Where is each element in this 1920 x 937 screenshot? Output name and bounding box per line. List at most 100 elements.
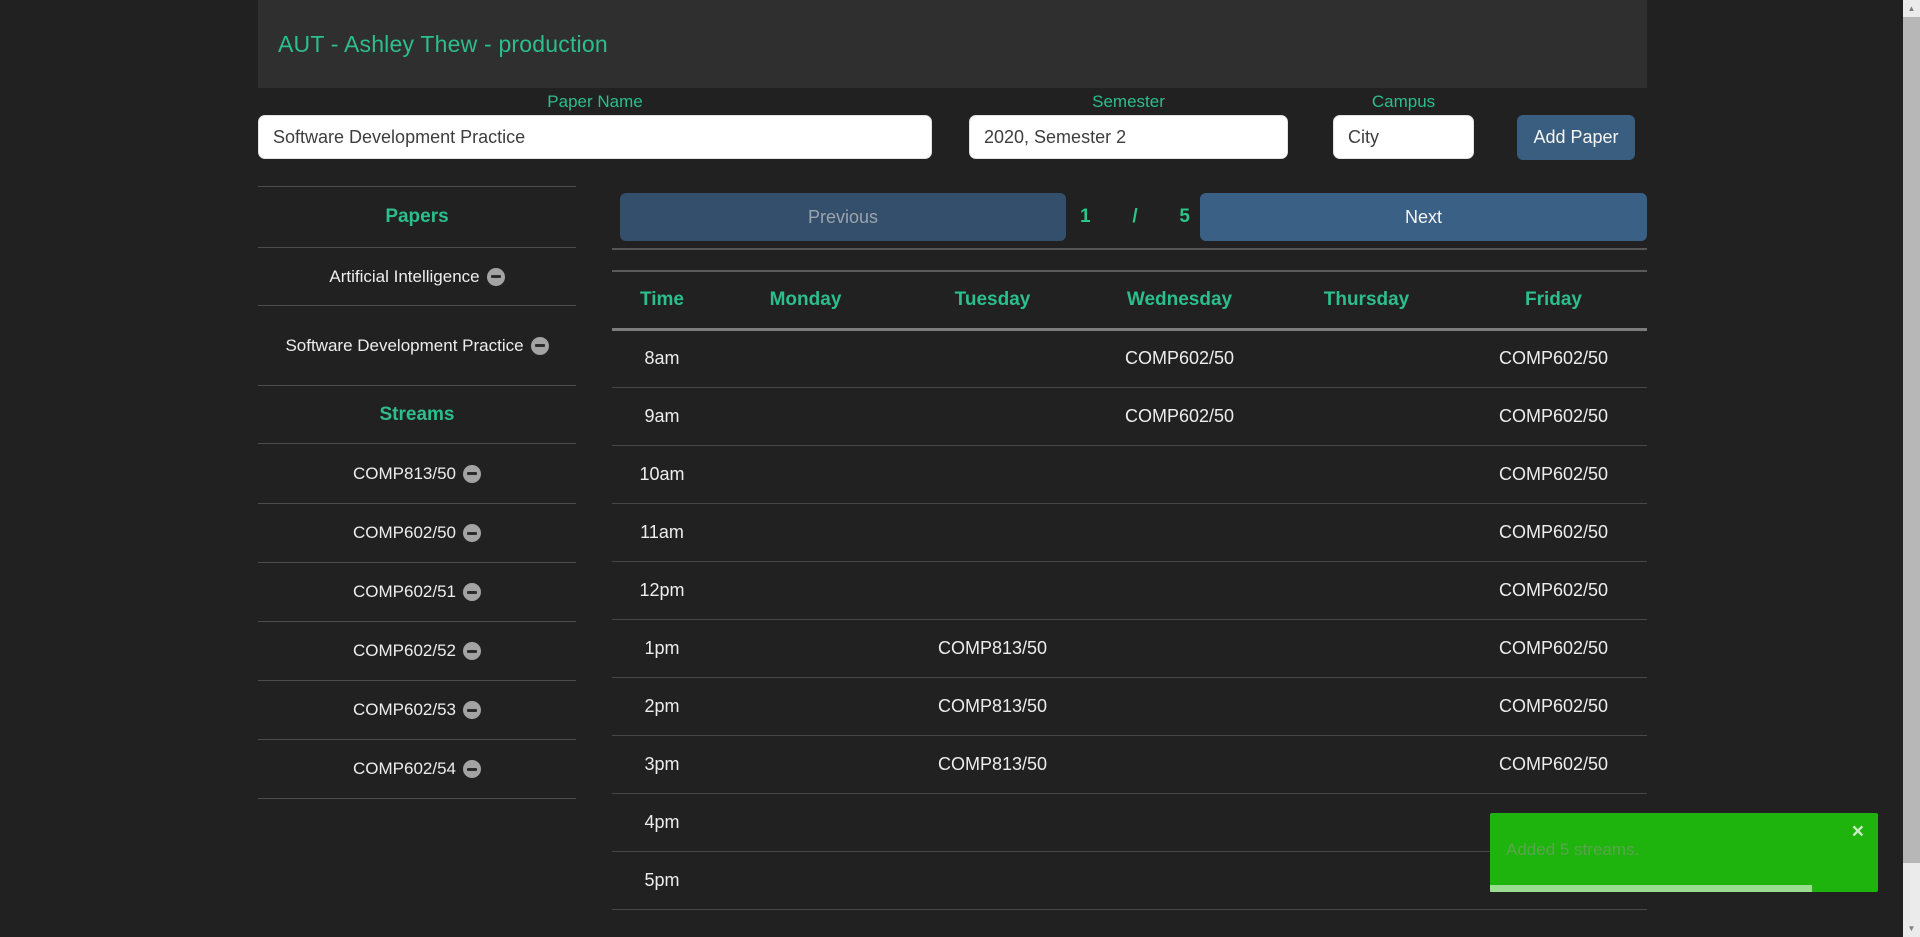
timetable-cell <box>899 503 1086 561</box>
timetable-row-10am: 10am COMP602/50 <box>612 445 1647 503</box>
paper-name-input[interactable] <box>258 115 932 159</box>
paper-name-label: Paper Name <box>258 92 932 115</box>
week-pagination: Previous 1 / 5 Next <box>612 186 1647 250</box>
papers-heading: Papers <box>258 187 576 248</box>
timetable-app: AUT - Ashley Thew - production Paper Nam… <box>0 0 1920 937</box>
timetable-cell <box>1273 793 1460 851</box>
timetable-cell <box>899 445 1086 503</box>
time-cell: 3pm <box>612 735 712 793</box>
remove-paper-icon[interactable] <box>487 268 505 286</box>
timetable-cell <box>1273 329 1460 387</box>
time-cell: 9am <box>612 387 712 445</box>
timetable-cell <box>1086 851 1273 909</box>
paper-item-artificial-intelligence[interactable]: Artificial Intelligence <box>258 248 576 306</box>
semester-group: Semester <box>969 92 1288 159</box>
scroll-down-icon[interactable] <box>1903 920 1920 937</box>
remove-paper-icon[interactable] <box>531 337 549 355</box>
sidebar: Papers Artificial Intelligence Software … <box>258 186 576 799</box>
time-cell: 1pm <box>612 619 712 677</box>
stream-item-comp602-52[interactable]: COMP602/52 <box>258 622 576 681</box>
app-title: AUT - Ashley Thew - production <box>258 31 608 58</box>
previous-button[interactable]: Previous <box>620 193 1066 241</box>
remove-stream-icon[interactable] <box>463 524 481 542</box>
timetable-cell: COMP602/50 <box>1460 503 1647 561</box>
add-paper-button[interactable]: Add Paper <box>1517 115 1635 160</box>
timetable-cell <box>899 387 1086 445</box>
close-icon[interactable]: × <box>1852 821 1864 842</box>
campus-group: Campus <box>1333 92 1474 159</box>
timetable-cell <box>712 387 899 445</box>
timetable-cell <box>1086 503 1273 561</box>
timetable-cell <box>1086 677 1273 735</box>
papers-heading-label: Papers <box>385 206 448 228</box>
paper-name-group: Paper Name <box>258 92 932 159</box>
streams-heading: Streams <box>258 386 576 444</box>
stream-item-label: COMP602/50 <box>353 523 456 543</box>
toast-progress <box>1490 885 1812 892</box>
time-cell: 5pm <box>612 851 712 909</box>
timetable-row-11am: 11am COMP602/50 <box>612 503 1647 561</box>
column-time: Time <box>612 271 712 329</box>
stream-item-comp602-53[interactable]: COMP602/53 <box>258 681 576 740</box>
paper-item-software-development-practice[interactable]: Software Development Practice <box>258 306 576 386</box>
remove-stream-icon[interactable] <box>463 642 481 660</box>
timetable-cell <box>1086 793 1273 851</box>
timetable-cell <box>899 561 1086 619</box>
scroll-up-icon[interactable] <box>1903 0 1920 17</box>
timetable-cell: COMP602/50 <box>1460 387 1647 445</box>
timetable-cell <box>1086 445 1273 503</box>
paper-item-label: Artificial Intelligence <box>329 267 479 287</box>
timetable-cell: COMP602/50 <box>1460 329 1647 387</box>
timetable-row-9am: 9am COMP602/50 COMP602/50 <box>612 387 1647 445</box>
column-monday: Monday <box>712 271 899 329</box>
scrollbar-thumb[interactable] <box>1903 17 1920 863</box>
timetable-cell <box>712 851 899 909</box>
stream-item-comp602-54[interactable]: COMP602/54 <box>258 740 576 799</box>
time-cell: 10am <box>612 445 712 503</box>
timetable-cell: COMP602/50 <box>1086 329 1273 387</box>
timetable-cell <box>712 503 899 561</box>
timetable-cell <box>899 851 1086 909</box>
timetable-row-1pm: 1pm COMP813/50 COMP602/50 <box>612 619 1647 677</box>
remove-stream-icon[interactable] <box>463 465 481 483</box>
toast-notification: Added 5 streams. × <box>1490 813 1878 892</box>
semester-input[interactable] <box>969 115 1288 159</box>
timetable-cell <box>1086 735 1273 793</box>
stream-item-label: COMP813/50 <box>353 464 456 484</box>
stream-item-comp602-50[interactable]: COMP602/50 <box>258 504 576 563</box>
remove-stream-icon[interactable] <box>463 760 481 778</box>
timetable-cell: COMP813/50 <box>899 677 1086 735</box>
timetable-cell: COMP602/50 <box>1460 445 1647 503</box>
timetable-cell: COMP602/50 <box>1460 619 1647 677</box>
page-indicator: 1 / 5 <box>1080 186 1190 248</box>
stream-item-comp813-50[interactable]: COMP813/50 <box>258 444 576 504</box>
campus-input[interactable] <box>1333 115 1474 159</box>
page-separator: / <box>1132 206 1137 228</box>
remove-stream-icon[interactable] <box>463 583 481 601</box>
stream-item-comp602-51[interactable]: COMP602/51 <box>258 563 576 622</box>
timetable-row-8am: 8am COMP602/50 COMP602/50 <box>612 329 1647 387</box>
column-friday: Friday <box>1460 271 1647 329</box>
column-thursday: Thursday <box>1273 271 1460 329</box>
timetable-cell <box>712 793 899 851</box>
scrollbar[interactable] <box>1903 0 1920 937</box>
timetable-cell: COMP602/50 <box>1086 387 1273 445</box>
timetable-cell: COMP813/50 <box>899 735 1086 793</box>
timetable-cell: COMP602/50 <box>1460 735 1647 793</box>
timetable-cell <box>712 561 899 619</box>
timetable-cell <box>1273 561 1460 619</box>
next-button[interactable]: Next <box>1200 193 1647 241</box>
timetable-cell <box>712 619 899 677</box>
campus-label: Campus <box>1333 92 1474 115</box>
timetable-cell <box>712 329 899 387</box>
timetable-cell: COMP602/50 <box>1460 561 1647 619</box>
timetable-cell <box>1273 677 1460 735</box>
remove-stream-icon[interactable] <box>463 701 481 719</box>
streams-heading-label: Streams <box>380 404 455 426</box>
timetable-row-2pm: 2pm COMP813/50 COMP602/50 <box>612 677 1647 735</box>
time-cell: 11am <box>612 503 712 561</box>
timetable-cell <box>1273 445 1460 503</box>
total-pages: 5 <box>1179 206 1190 228</box>
timetable-cell: COMP602/50 <box>1460 677 1647 735</box>
semester-label: Semester <box>969 92 1288 115</box>
